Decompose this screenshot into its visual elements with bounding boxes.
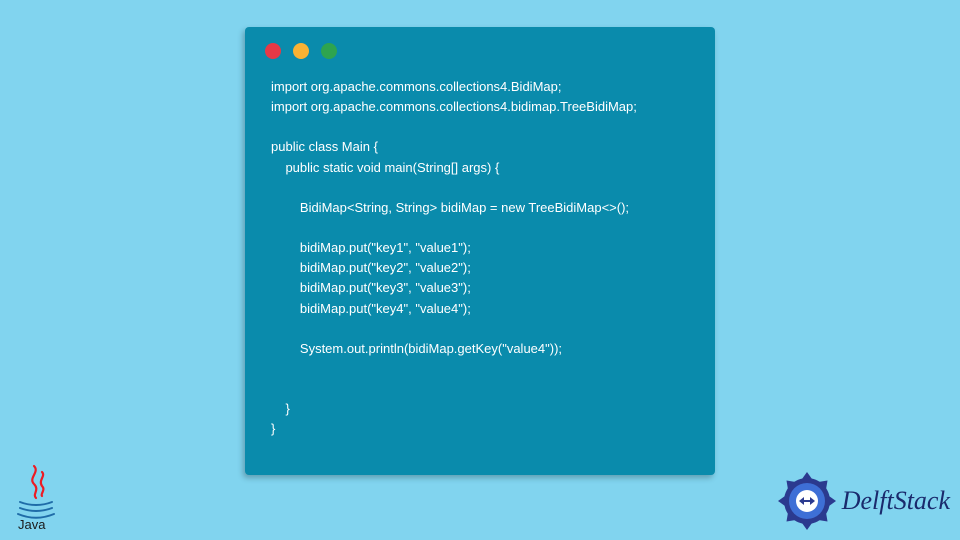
- window-controls: [245, 27, 715, 59]
- brand-name: DelftStack: [842, 486, 950, 516]
- brand-logo: DelftStack: [778, 472, 950, 530]
- code-block: import org.apache.commons.collections4.B…: [245, 59, 715, 440]
- java-logo-label: Java: [18, 517, 46, 532]
- brand-gear-icon: [778, 472, 836, 530]
- java-logo-icon: Java: [12, 462, 60, 532]
- close-icon[interactable]: [265, 43, 281, 59]
- minimize-icon[interactable]: [293, 43, 309, 59]
- code-window: import org.apache.commons.collections4.B…: [245, 27, 715, 475]
- maximize-icon[interactable]: [321, 43, 337, 59]
